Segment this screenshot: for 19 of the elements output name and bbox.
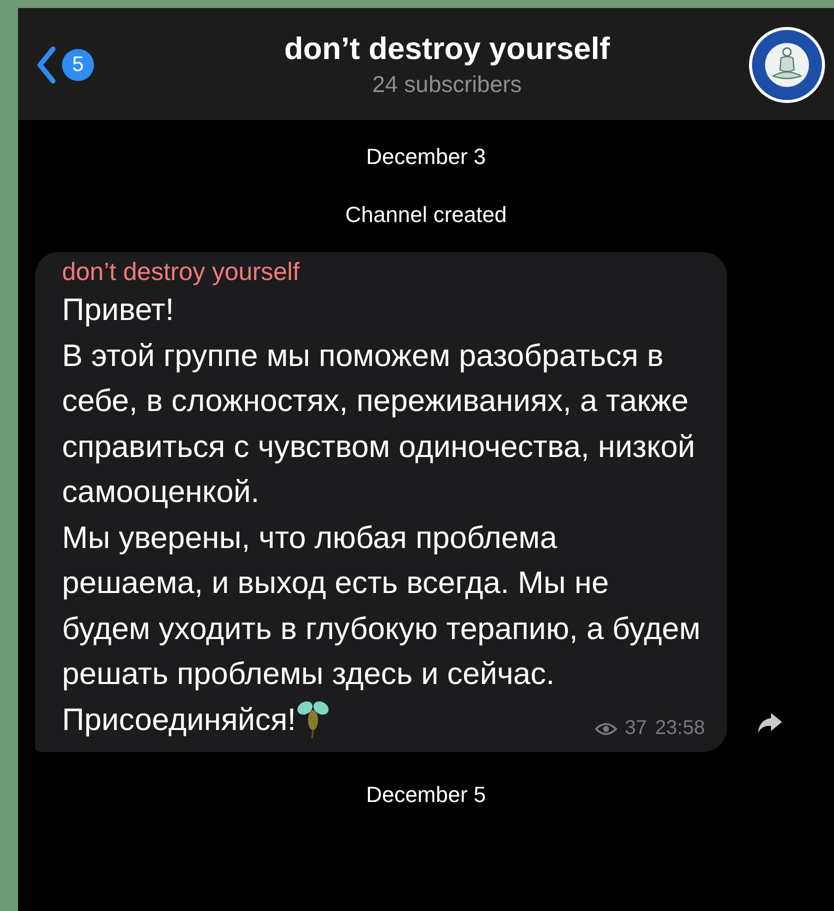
message-text: В этой группе мы поможем разобраться в себе, в сложностях, переживаниях, а также справиться с чувством одиночества, низкой самооценкой. bbox=[62, 336, 696, 511]
unread-count-badge: 5 bbox=[62, 48, 94, 80]
message-text: Присоединяйся! bbox=[62, 700, 296, 738]
channel-avatar-icon[interactable] bbox=[748, 26, 826, 104]
date-separator: December 3 bbox=[366, 144, 486, 170]
date-separator: December 5 bbox=[366, 782, 486, 808]
back-chevron-icon bbox=[36, 46, 56, 84]
subscriber-count: 24 subscribers bbox=[372, 71, 522, 98]
message-text: Мы уверены, что любая проблема решаема, и выход есть всегда. Мы не будем уходить в глубокую терапию, а будем решать проблемы здесь и сейчас. bbox=[62, 518, 702, 693]
insect-icon bbox=[296, 699, 330, 740]
message-time: 23:58 bbox=[654, 717, 705, 740]
view-count: 37 bbox=[624, 717, 647, 740]
service-message: Channel created bbox=[345, 202, 507, 228]
back-button[interactable]: 5 bbox=[36, 46, 146, 84]
message-author: don’t destroy yourself bbox=[62, 258, 301, 287]
channel-title: don’t destroy yourself bbox=[284, 31, 610, 67]
message-text: Привет! bbox=[62, 291, 175, 329]
forward-icon[interactable] bbox=[757, 712, 783, 734]
views-eye-icon bbox=[594, 722, 617, 736]
